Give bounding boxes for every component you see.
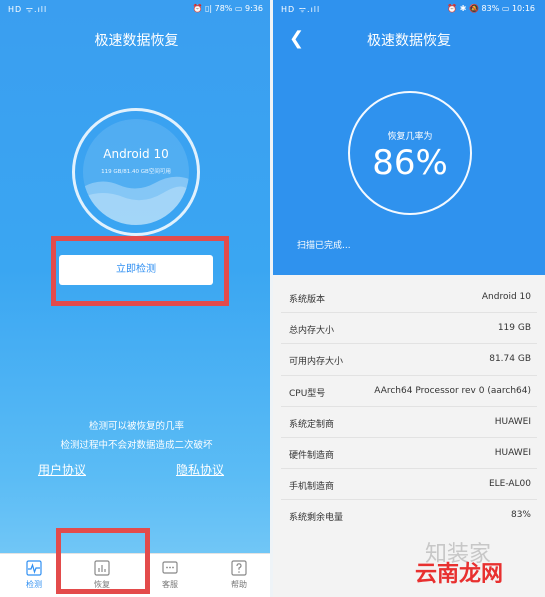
privacy-policy-link[interactable]: 隐私协议 <box>176 461 224 478</box>
scan-status: 扫描已完成... <box>297 241 351 251</box>
info-value: 119 GB <box>497 323 531 334</box>
recovery-ring: 恢复几率为 86% <box>348 91 472 215</box>
user-agreement-link[interactable]: 用户协议 <box>38 461 86 478</box>
page-title-right: 极速数据恢复 <box>367 33 451 49</box>
info-label: 系统剩余电量 <box>289 513 344 524</box>
info-label: 系统版本 <box>289 295 326 305</box>
storage-ring-inner: Android 10 119 GB/81.40 GB空间可用 <box>83 119 189 225</box>
device-info-list: 系统版本 Android 10 总内存大小 119 GB 可用内存大小 81.7… <box>273 282 545 532</box>
status-indicators-right: ⏰ ✱ 🔕 83% ▭ 10:16 <box>447 4 535 13</box>
info-row-battery: 系统剩余电量 83% <box>281 500 537 531</box>
storage-summary: 119 GB/81.40 GB空间可用 <box>101 169 171 175</box>
info-value: 83% <box>510 510 531 521</box>
tab-help[interactable]: 帮助 <box>205 554 273 597</box>
chat-bubble-icon <box>162 561 178 574</box>
info-label: 硬件制造商 <box>289 450 335 461</box>
signal-indicator-right: HD ᯤ.ıll <box>281 5 321 14</box>
info-value: ELE-AL00 <box>488 479 531 490</box>
info-text-1: 检测可以被恢复的几率 <box>88 421 184 432</box>
info-label: 可用内存大小 <box>289 357 344 368</box>
pulse-monitor-icon <box>26 560 42 576</box>
status-bar: HD ᯤ.ıll ⏰ ▯| 78% ▭ 9:36 <box>0 0 273 18</box>
result-header: HD ᯤ.ıll ⏰ ✱ 🔕 83% ▭ 10:16 ❮ 极速数据恢复 恢复几率… <box>273 0 545 275</box>
signal-indicator: HD ᯤ.ıll <box>8 5 48 14</box>
highlight-box-restore <box>56 528 150 594</box>
status-bar-right: HD ᯤ.ıll ⏰ ✱ 🔕 83% ▭ 10:16 <box>273 0 545 18</box>
info-value: HUAWEI <box>494 416 531 427</box>
left-screen: HD ᯤ.ıll ⏰ ▯| 78% ▭ 9:36 极速数据恢复 Android … <box>0 0 273 597</box>
status-indicators: ⏰ ▯| 78% ▭ 9:36 <box>192 4 263 13</box>
info-value: HUAWEI <box>494 447 531 458</box>
page-title: 极速数据恢复 <box>94 33 179 49</box>
info-label: 总内存大小 <box>289 326 335 337</box>
info-value: 81.74 GB <box>489 354 531 365</box>
info-value: AArch64 Processor rev 0 (aarch64) <box>374 385 531 396</box>
info-row-hardware-vendor: 硬件制造商 HUAWEI <box>281 438 537 470</box>
info-label: CPU型号 <box>289 388 326 399</box>
question-icon <box>231 560 247 576</box>
info-row-total-storage: 总内存大小 119 GB <box>281 313 537 345</box>
storage-ring: Android 10 119 GB/81.40 GB空间可用 <box>72 108 200 236</box>
tab-help-label: 帮助 <box>231 580 247 589</box>
info-row-system-vendor: 系统定制商 HUAWEI <box>281 407 537 438</box>
info-row-phone-model: 手机制造商 ELE-AL00 <box>281 469 537 501</box>
info-row-system-version: 系统版本 Android 10 <box>281 282 537 314</box>
info-label: 系统定制商 <box>289 419 335 430</box>
info-row-available-storage: 可用内存大小 81.74 GB <box>281 344 537 376</box>
info-text-2: 检测过程中不会对数据造成二次破坏 <box>60 440 213 451</box>
recovery-label: 恢复几率为 <box>387 132 433 142</box>
highlight-box-detect <box>51 236 229 306</box>
info-label: 手机制造商 <box>289 482 335 493</box>
info-value: Android 10 <box>481 292 531 302</box>
watermark-text-2: 云南龙网 <box>415 562 504 587</box>
right-screen: HD ᯤ.ıll ⏰ ✱ 🔕 83% ▭ 10:16 ❮ 极速数据恢复 恢复几率… <box>273 0 545 597</box>
os-version: Android 10 <box>103 147 169 161</box>
recovery-percent: 86% <box>372 143 448 183</box>
info-row-cpu: CPU型号 AArch64 Processor rev 0 (aarch64) <box>281 376 537 407</box>
